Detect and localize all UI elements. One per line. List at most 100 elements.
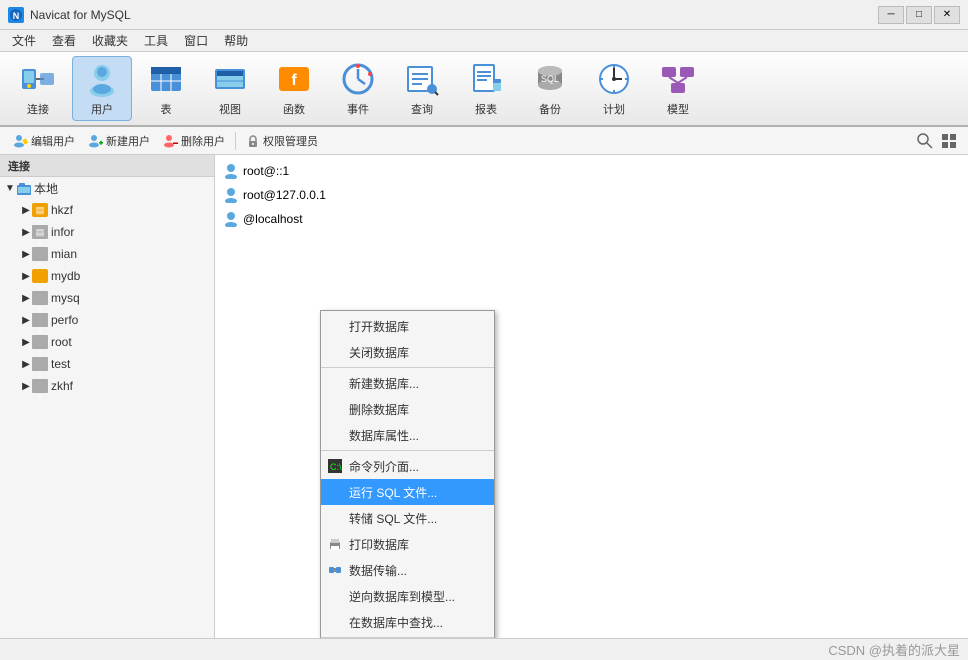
cmd-icon: C:\	[327, 458, 343, 474]
db-icon-perfo	[32, 313, 48, 327]
ctx-cmd[interactable]: C:\ 命令列介面...	[321, 453, 494, 479]
edit-user-label: 编辑用户	[31, 133, 75, 149]
ctx-open-db-label: 打开数据库	[349, 318, 409, 335]
minimize-button[interactable]: ─	[878, 6, 904, 24]
toolbar-model[interactable]: 模型	[648, 56, 708, 121]
table-icon	[148, 61, 184, 97]
toolbar-report[interactable]: 报表	[456, 56, 516, 121]
tree-root-label: 本地	[34, 180, 58, 197]
toolbar-query[interactable]: 查询	[392, 56, 452, 121]
print-icon	[327, 536, 343, 552]
tree-db-test[interactable]: ▶ test	[0, 353, 214, 375]
menu-window[interactable]: 窗口	[176, 30, 216, 51]
tree-db-mydb[interactable]: ▶ mydb	[0, 265, 214, 287]
arrow-mydb: ▶	[20, 270, 32, 282]
ctx-cmd-label: 命令列介面...	[349, 458, 419, 475]
toolbar-function[interactable]: f 函数	[264, 56, 324, 121]
user-avatar-root2	[223, 187, 239, 203]
backup-label: 备份	[539, 101, 561, 117]
user-avatar-localhost	[223, 211, 239, 227]
connect-icon	[20, 61, 56, 97]
toolbar-user[interactable]: 用户	[72, 56, 132, 121]
title-bar-left: N Navicat for MySQL	[8, 7, 131, 23]
watermark: CSDN @执着的派大星	[828, 640, 960, 659]
user-list: root@::1 root@127.0.0.1	[215, 155, 968, 235]
grid-icon	[941, 133, 957, 149]
ctx-transfer-sql[interactable]: 转储 SQL 文件...	[321, 505, 494, 531]
transfer-icon	[327, 562, 343, 578]
new-user-btn[interactable]: 新建用户	[83, 130, 156, 152]
ctx-print-db[interactable]: 打印数据库	[321, 531, 494, 557]
ctx-sep3	[321, 637, 494, 638]
close-button[interactable]: ✕	[934, 6, 960, 24]
ctx-delete-db[interactable]: 删除数据库	[321, 396, 494, 422]
tree-db-mian[interactable]: ▶ mian	[0, 243, 214, 265]
ctx-run-sql[interactable]: 运行 SQL 文件...	[321, 479, 494, 505]
toolbar-table[interactable]: 表	[136, 56, 196, 121]
edit-user-btn[interactable]: 编辑用户	[8, 130, 81, 152]
ctx-sep2	[321, 450, 494, 451]
ctx-delete-db-label: 删除数据库	[349, 401, 409, 418]
toolbar-view[interactable]: 视图	[200, 56, 260, 121]
toolbar-backup[interactable]: SQL 备份	[520, 56, 580, 121]
search-button[interactable]	[914, 130, 936, 152]
tree-db-perfo[interactable]: ▶ perfo	[0, 309, 214, 331]
toolbar: 连接 用户 表	[0, 52, 968, 127]
query-icon	[404, 61, 440, 97]
ctx-transfer-sql-label: 转储 SQL 文件...	[349, 510, 437, 527]
menu-file[interactable]: 文件	[4, 30, 44, 51]
user-item-root1[interactable]: root@::1	[219, 159, 964, 183]
view-label: 视图	[219, 101, 241, 117]
user-item-root2[interactable]: root@127.0.0.1	[219, 183, 964, 207]
status-bar: CSDN @执着的派大星	[0, 638, 968, 660]
ctx-print-db-label: 打印数据库	[349, 536, 409, 553]
toolbar-connect[interactable]: 连接	[8, 56, 68, 121]
context-menu: 打开数据库 关闭数据库 新建数据库... 删除数据库 数据库属性... C:\	[320, 310, 495, 638]
delete-user-btn[interactable]: 删除用户	[158, 130, 231, 152]
grid-button[interactable]	[938, 130, 960, 152]
db-icon-infor: ▤	[32, 225, 48, 239]
menu-help[interactable]: 帮助	[216, 30, 256, 51]
event-label: 事件	[347, 101, 369, 117]
db-label-zkhf: zkhf	[51, 379, 73, 393]
search-icon	[917, 133, 933, 149]
tree-db-infor[interactable]: ▶ ▤ infor	[0, 221, 214, 243]
ctx-run-sql-label: 运行 SQL 文件...	[349, 484, 437, 501]
toolbar-schedule[interactable]: 计划	[584, 56, 644, 121]
db-label-mydb: mydb	[51, 269, 80, 283]
report-label: 报表	[475, 101, 497, 117]
maximize-button[interactable]: □	[906, 6, 932, 24]
tree-db-mysq[interactable]: ▶ mysq	[0, 287, 214, 309]
db-icon-mydb	[32, 269, 48, 283]
user-label: 用户	[91, 101, 113, 117]
db-label-perfo: perfo	[51, 313, 78, 327]
tree-db-zkhf[interactable]: ▶ zkhf	[0, 375, 214, 397]
ctx-search-in-db[interactable]: 在数据库中查找...	[321, 609, 494, 635]
delete-user-label: 删除用户	[181, 133, 225, 149]
menu-favorites[interactable]: 收藏夹	[84, 30, 136, 51]
report-icon	[468, 61, 504, 97]
new-user-icon	[89, 134, 103, 148]
menu-tools[interactable]: 工具	[136, 30, 176, 51]
arrow-perfo: ▶	[20, 314, 32, 326]
menu-view[interactable]: 查看	[44, 30, 84, 51]
app-title: Navicat for MySQL	[30, 8, 131, 22]
edit-icon	[14, 134, 28, 148]
query-label: 查询	[411, 101, 433, 117]
ctx-db-props[interactable]: 数据库属性...	[321, 422, 494, 448]
ctx-reverse[interactable]: 逆向数据库到模型...	[321, 583, 494, 609]
tree-root[interactable]: ▼ 本地	[0, 177, 214, 199]
arrow-mian: ▶	[20, 248, 32, 260]
ctx-data-transfer[interactable]: 数据传输...	[321, 557, 494, 583]
permissions-btn[interactable]: 权限管理员	[240, 130, 324, 152]
ctx-new-db[interactable]: 新建数据库...	[321, 370, 494, 396]
ctx-open-db[interactable]: 打开数据库	[321, 313, 494, 339]
user-item-localhost[interactable]: @localhost	[219, 207, 964, 231]
ctx-close-db[interactable]: 关闭数据库	[321, 339, 494, 365]
tree-db-root[interactable]: ▶ root	[0, 331, 214, 353]
toolbar-event[interactable]: 事件	[328, 56, 388, 121]
tree-db-hkzf[interactable]: ▶ ▤ hkzf	[0, 199, 214, 221]
schedule-label: 计划	[603, 101, 625, 117]
ctx-data-transfer-label: 数据传输...	[349, 562, 407, 579]
db-label-test: test	[51, 357, 70, 371]
